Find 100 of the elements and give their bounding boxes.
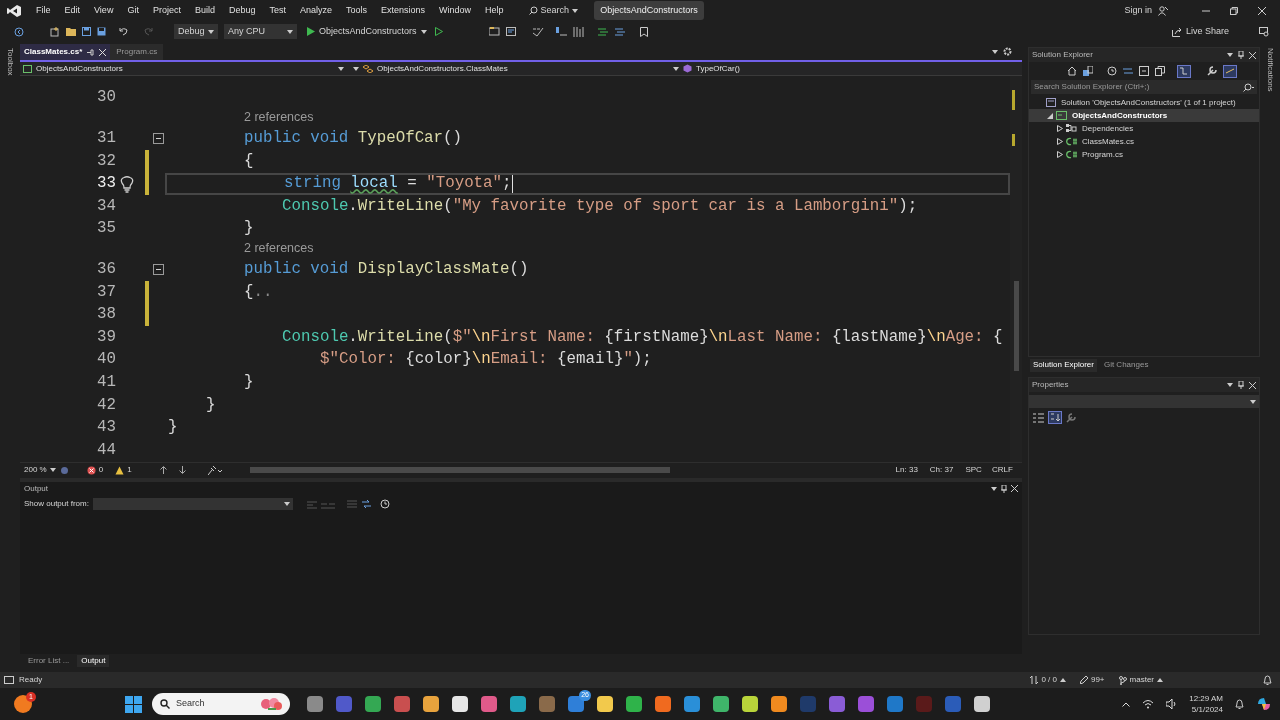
menu-item[interactable]: File: [29, 3, 58, 18]
panel-tab[interactable]: Solution Explorer: [1030, 358, 1097, 372]
navigation-dropdown[interactable]: ObjectsAndConstructors: [20, 62, 350, 75]
sign-in-link[interactable]: Sign in: [1124, 3, 1152, 18]
up-down-arrows-icon[interactable]: [1030, 676, 1039, 684]
caret-icon[interactable]: [1227, 53, 1233, 57]
cursor-column[interactable]: Ch: 37: [929, 464, 954, 477]
app-icon[interactable]: [712, 695, 730, 713]
taskbar-search-field[interactable]: Search: [152, 693, 290, 715]
collapsed-arrow-icon[interactable]: [1057, 125, 1063, 132]
save-all-icon[interactable]: [97, 27, 106, 36]
app-icon[interactable]: [741, 695, 759, 713]
caret-icon[interactable]: [1250, 399, 1256, 404]
switch-views-icon[interactable]: [1083, 66, 1093, 76]
branch-icon[interactable]: [1118, 675, 1127, 685]
panel-tab[interactable]: Output: [77, 655, 110, 667]
caret-icon[interactable]: [338, 66, 344, 71]
caret-icon[interactable]: [49, 468, 56, 473]
caret-icon[interactable]: [1227, 383, 1233, 387]
app-icon[interactable]: [364, 695, 382, 713]
app-icon[interactable]: [451, 695, 469, 713]
caret-icon[interactable]: [992, 49, 998, 54]
tree-item[interactable]: ObjectsAndConstructors: [1029, 109, 1259, 122]
pin-icon[interactable]: [1238, 381, 1244, 389]
caret-icon[interactable]: [353, 66, 359, 71]
menu-item[interactable]: Extensions: [374, 3, 433, 18]
error-count[interactable]: 0: [86, 464, 104, 477]
categorized-icon[interactable]: [1033, 412, 1044, 423]
search-icon[interactable]: [528, 6, 538, 15]
run-without-debugging-icon[interactable]: [434, 27, 443, 36]
home-icon[interactable]: [1067, 66, 1077, 76]
wifi-icon[interactable]: [1142, 699, 1155, 709]
search-icon[interactable]: [1243, 82, 1254, 92]
app-icon[interactable]: [422, 695, 440, 713]
caret-icon[interactable]: [208, 29, 214, 34]
play-icon[interactable]: [307, 27, 315, 36]
toggle-icon[interactable]: [360, 499, 372, 510]
app-icon[interactable]: [596, 695, 614, 713]
close-icon[interactable]: [1011, 485, 1018, 493]
brush-icon[interactable]: [207, 465, 222, 475]
collapsed-arrow-icon[interactable]: [1057, 151, 1063, 158]
changes-indicator[interactable]: 0 / 0: [1030, 674, 1066, 686]
close-icon[interactable]: [1258, 6, 1266, 15]
undo-icon[interactable]: [118, 27, 128, 36]
navigate-back-icon[interactable]: [14, 26, 24, 37]
branch-indicator[interactable]: master: [1118, 674, 1163, 686]
scrollbar-thumb[interactable]: [249, 467, 670, 474]
toolbox-side-tab[interactable]: Toolbox: [4, 48, 16, 76]
app-icon[interactable]: [625, 695, 643, 713]
bookmark-icon[interactable]: [639, 26, 648, 37]
app-icon[interactable]: [654, 695, 672, 713]
menu-item[interactable]: Analyze: [293, 3, 339, 18]
panel-tab[interactable]: Error List ...: [24, 655, 74, 667]
app-icon[interactable]: [509, 695, 527, 713]
caret-icon[interactable]: [287, 29, 293, 34]
caret-icon[interactable]: [283, 502, 290, 507]
pin-icon[interactable]: [87, 48, 95, 56]
scrollbar-thumb[interactable]: [1014, 281, 1019, 371]
sync-icon[interactable]: [1123, 67, 1133, 75]
arrow-up-icon[interactable]: [159, 466, 167, 475]
close-icon[interactable]: [1249, 381, 1256, 389]
search-field[interactable]: Search Solution Explorer (Ctrl+;): [1031, 80, 1257, 94]
feedback-icon[interactable]: [1259, 26, 1270, 37]
tree-item[interactable]: Solution 'ObjectsAndConstructors' (1 of 1 project): [1029, 96, 1259, 109]
person-icon[interactable]: [1158, 5, 1168, 16]
arrow-down-icon[interactable]: [178, 466, 186, 475]
bell-icon[interactable]: [1263, 675, 1272, 685]
close-icon[interactable]: [99, 48, 107, 56]
codelens-link[interactable]: 2 references: [244, 107, 314, 127]
codelens-link[interactable]: 2 references: [244, 238, 314, 258]
search-icon[interactable]: [160, 699, 170, 709]
platform-dropdown[interactable]: Any CPU: [224, 24, 297, 39]
toolbar-icon[interactable]: [532, 26, 544, 37]
live-share-button[interactable]: Live Share: [1171, 24, 1229, 39]
whitespace-mode[interactable]: SPC: [965, 464, 982, 477]
bell-icon[interactable]: [1235, 699, 1244, 709]
alphabetical-icon[interactable]: [1048, 411, 1062, 424]
menu-item[interactable]: Help: [478, 3, 511, 18]
collapse-icon[interactable]: [153, 263, 164, 275]
preview-icon[interactable]: [1223, 64, 1237, 78]
caret-icon[interactable]: [991, 486, 997, 491]
start-debugging-button[interactable]: ObjectsAndConstructors: [305, 24, 429, 39]
pin-icon[interactable]: [1001, 484, 1007, 493]
navigation-dropdown[interactable]: TypeOfCar(): [670, 62, 1022, 75]
lightbulb-icon[interactable]: [120, 175, 134, 193]
menu-item[interactable]: Project: [145, 3, 188, 18]
zoom-dropdown[interactable]: 200 %: [24, 464, 56, 477]
clock-date[interactable]: 5/1/2024: [1191, 704, 1223, 715]
tree-view-icon[interactable]: [1177, 64, 1191, 78]
copy-icon[interactable]: [1155, 66, 1165, 76]
expanded-arrow-icon[interactable]: [1047, 112, 1053, 119]
colorful-app-icon[interactable]: [1256, 696, 1272, 712]
menu-item[interactable]: Test: [262, 3, 293, 18]
menu-item[interactable]: Git: [120, 3, 146, 18]
collapse-icon[interactable]: [153, 132, 164, 144]
menu-item[interactable]: Build: [187, 3, 222, 18]
editor-tab[interactable]: Program.cs: [110, 44, 164, 60]
pin-icon[interactable]: [1238, 51, 1244, 59]
collapsed-arrow-icon[interactable]: [1057, 138, 1063, 145]
caret-up-icon[interactable]: [1059, 678, 1066, 682]
